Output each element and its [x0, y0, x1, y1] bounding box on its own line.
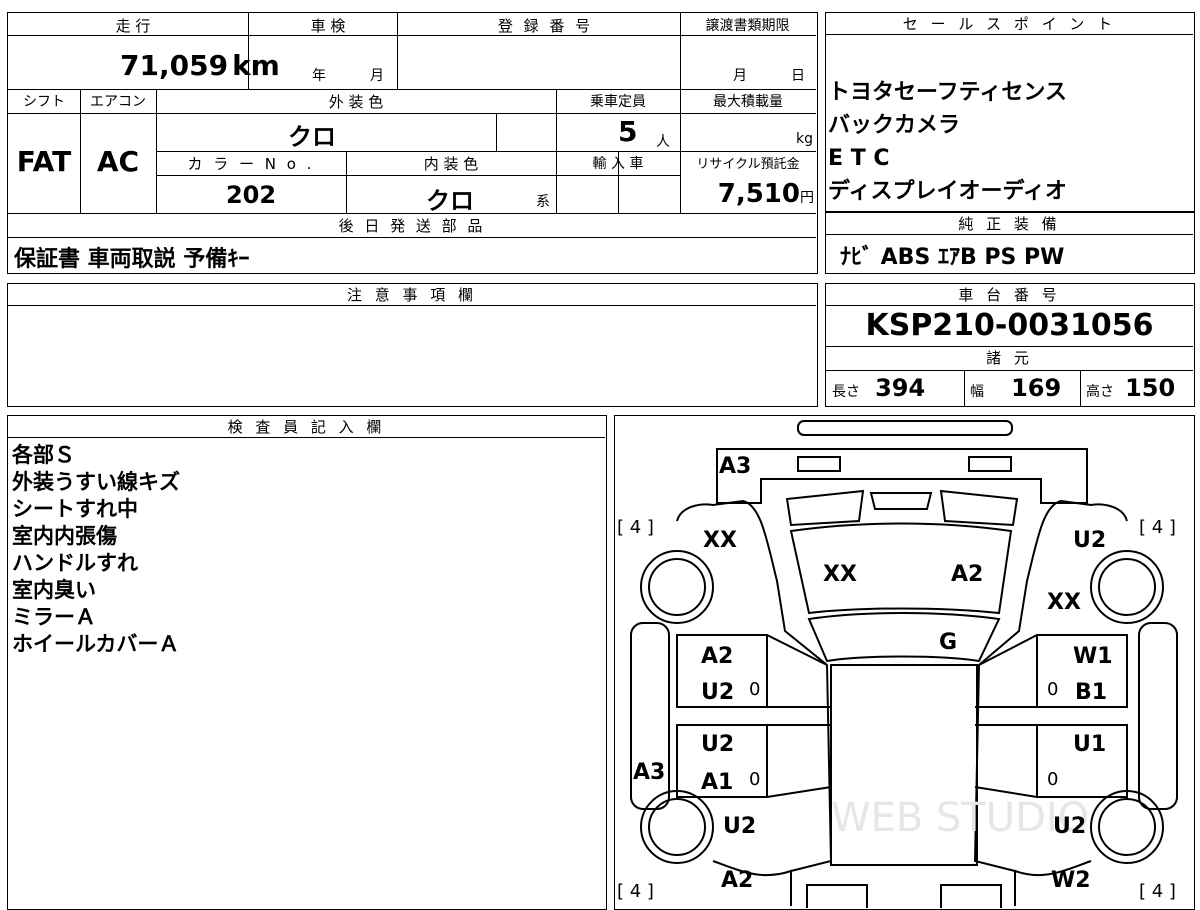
- chassis-number: KSP210-0031056: [865, 308, 1154, 343]
- inspector-note: 室内臭い: [12, 578, 96, 602]
- damage-code: W1: [1073, 644, 1113, 669]
- specs-header: 諸 元: [986, 349, 1033, 367]
- damage-code: U2: [701, 732, 734, 757]
- sales-points-header: セ ー ル ス ポ イ ン ト: [826, 13, 1193, 35]
- damage-code: G: [939, 630, 957, 655]
- genuine-equipment-header: 純 正 装 備: [826, 213, 1193, 235]
- spec-width-value: 169: [1011, 374, 1062, 402]
- interior-suffix: 系: [536, 194, 550, 210]
- inspector-header: 検 査 員 記 入 欄: [8, 416, 605, 438]
- spec-length: 長さ 394: [832, 374, 925, 402]
- sales-point-item: ディスプレイオーディオ: [828, 179, 1067, 204]
- later-parts-header: 後 日 発 送 部 品: [338, 217, 486, 235]
- deadline-month-unit: 月: [733, 68, 747, 84]
- zero-mark: 0: [749, 769, 760, 790]
- capacity-unit: 人: [656, 134, 670, 150]
- inspector-note: シートすれ中: [12, 497, 138, 521]
- recycle-fee-number: 7,510: [717, 179, 800, 209]
- zero-mark: 0: [1047, 769, 1058, 790]
- shift-value: FAT: [16, 145, 72, 178]
- inspector-note: ハンドルすれ: [12, 551, 138, 575]
- inspection-month-unit: 月: [370, 68, 384, 84]
- capacity-value: 5: [618, 115, 638, 148]
- tire-tread-fr: [ 4 ]: [1139, 517, 1176, 538]
- color-no-value: 202: [225, 181, 277, 209]
- vehicle-info-box: 走 行 車 検 登 録 番 号 譲渡書類期限 71,059 km 年 月 月 日 …: [7, 12, 818, 274]
- exterior-color-header: 外 装 色: [328, 93, 384, 111]
- spec-height-label: 高さ: [1086, 384, 1114, 400]
- spec-height-value: 150: [1125, 374, 1176, 402]
- interior-color-value: クロ: [426, 187, 474, 215]
- shift-header: シフト: [23, 94, 65, 110]
- tire-tread-fl: [ 4 ]: [617, 517, 654, 538]
- diagram-watermark: WEB STUDIO: [831, 795, 1089, 841]
- inspector-note: ミラーＡ: [12, 605, 96, 629]
- sales-point-item: E T C: [828, 146, 890, 171]
- spec-length-label: 長さ: [832, 384, 860, 400]
- inspector-note: ホイールカバーＡ: [12, 632, 180, 656]
- damage-code: XX: [1047, 590, 1081, 615]
- exterior-color-value: クロ: [288, 123, 336, 151]
- damage-code: A2: [951, 562, 983, 587]
- tire-tread-rr: [ 4 ]: [1139, 881, 1176, 902]
- car-diagram: WEB STUDIO [ 4 ] [ 4 ] [ 4 ] [ 4 ] A3 XX…: [617, 420, 1178, 908]
- recycle-fee-header: リサイクル預託金: [696, 157, 800, 172]
- interior-color-header: 内 装 色: [423, 155, 479, 173]
- spec-height: 高さ 150: [1086, 374, 1175, 402]
- damage-code: U2: [1053, 814, 1086, 839]
- mileage-unit: km: [232, 49, 280, 82]
- aircon-value: AC: [96, 145, 140, 178]
- zero-mark: 0: [749, 679, 760, 700]
- max-load-unit: kg: [796, 131, 813, 147]
- deadline-day-unit: 日: [791, 68, 805, 84]
- recycle-fee-value: 7,510円: [680, 179, 814, 209]
- chassis-header: 車 台 番 号: [826, 284, 1193, 306]
- damage-code: A3: [633, 760, 665, 785]
- zero-mark: 0: [1047, 679, 1058, 700]
- car-diagram-box: WEB STUDIO [ 4 ] [ 4 ] [ 4 ] [ 4 ] A3 XX…: [614, 415, 1195, 910]
- tire-tread-rl: [ 4 ]: [617, 881, 654, 902]
- damage-code: U2: [701, 680, 734, 705]
- inspection-year-unit: 年: [312, 68, 326, 84]
- spec-length-value: 394: [875, 374, 926, 402]
- genuine-equipment-value: ﾅﾋﾞ ABS ｴｱB PS PW: [840, 245, 1065, 270]
- damage-code: U1: [1073, 732, 1106, 757]
- damage-code: B1: [1075, 680, 1107, 705]
- inspector-box: 検 査 員 記 入 欄 各部Ｓ 外装うすい線キズ シートすれ中 室内内張傷 ハン…: [7, 415, 607, 910]
- chassis-box: 車 台 番 号 KSP210-0031056 諸 元 長さ 394 幅 169 …: [825, 283, 1195, 407]
- max-load-header: 最大積載量: [713, 94, 783, 110]
- damage-code: A2: [721, 868, 753, 893]
- damage-code: XX: [823, 562, 857, 587]
- mileage-value: 71,059 km: [120, 49, 280, 82]
- sales-point-item: バックカメラ: [828, 113, 961, 138]
- capacity-header: 乗車定員: [590, 94, 646, 110]
- caution-box: 注 意 事 項 欄: [7, 283, 818, 407]
- caution-header: 注 意 事 項 欄: [8, 284, 816, 306]
- damage-code: A1: [701, 770, 733, 795]
- sales-point-item: トヨタセーフティセンス: [828, 80, 1067, 105]
- damage-code: A2: [701, 644, 733, 669]
- color-no-header: カ ラ ー N o .: [187, 155, 315, 173]
- registration-header: 登 録 番 号: [497, 17, 594, 35]
- transfer-deadline-header: 譲渡書類期限: [705, 18, 790, 34]
- damage-code: W2: [1051, 868, 1091, 893]
- inspector-note: 各部Ｓ: [12, 443, 75, 467]
- sales-points-box: セ ー ル ス ポ イ ン ト トヨタセーフティセンス バックカメラ E T C…: [825, 12, 1195, 212]
- later-parts-value: 保証書 車両取説 予備ｷｰ: [14, 247, 250, 272]
- spec-width: 幅 169: [970, 374, 1061, 402]
- damage-code: U2: [723, 814, 756, 839]
- damage-code: U2: [1073, 528, 1106, 553]
- mileage-header: 走 行: [115, 17, 151, 35]
- genuine-equipment-box: 純 正 装 備 ﾅﾋﾞ ABS ｴｱB PS PW: [825, 212, 1195, 274]
- inspector-note: 室内内張傷: [12, 524, 117, 548]
- import-header: 輸 入 車: [592, 156, 644, 172]
- spec-width-label: 幅: [970, 384, 984, 400]
- mileage-number: 71,059: [120, 49, 229, 82]
- damage-code: XX: [703, 528, 737, 553]
- aircon-header: エアコン: [90, 94, 146, 110]
- recycle-fee-unit: 円: [800, 190, 814, 206]
- inspector-note: 外装うすい線キズ: [12, 470, 180, 494]
- inspection-header: 車 検: [310, 17, 346, 35]
- damage-code: A3: [719, 454, 751, 479]
